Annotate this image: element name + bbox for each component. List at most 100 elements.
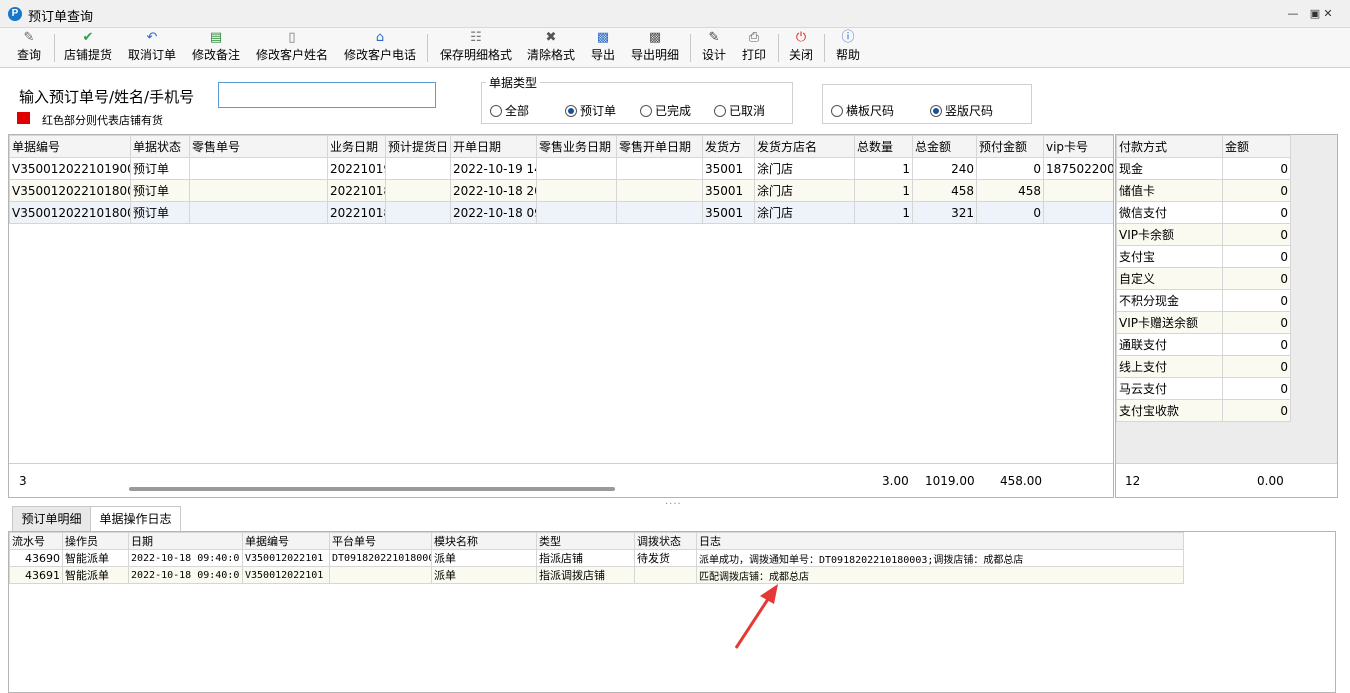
orders-grid[interactable]: 单据编号 单据状态 零售单号 业务日期 预计提货日 开单日期 零售业务日期 零售开单日期 发货方… — [8, 134, 1114, 498]
red-legend-note: 红色部分则代表店铺有货 — [42, 114, 163, 127]
edit-customer-name-button[interactable]: ▯ 修改客户姓名 — [254, 30, 330, 66]
tab-order-detail[interactable]: 预订单明细 — [12, 506, 91, 532]
help-button[interactable]: ⓘ 帮助 — [833, 30, 863, 66]
table-row[interactable]: 支付宝收款 0 — [1116, 399, 1291, 422]
table-row[interactable]: VIP卡赠送余额 0 — [1116, 311, 1291, 334]
table-row[interactable]: 微信支付 0 — [1116, 201, 1291, 224]
clear-format-button[interactable]: ✖ 清除格式 — [525, 30, 577, 66]
table-cell: 240 — [912, 157, 977, 180]
table-row[interactable]: 马云支付 0 — [1116, 377, 1291, 400]
close-button[interactable]: ⏻ 关闭 — [786, 30, 816, 66]
column-header[interactable]: 开单日期 — [450, 135, 537, 158]
payments-footer: 12 0.00 — [1116, 463, 1337, 497]
toolbar-separator — [54, 34, 55, 62]
column-header[interactable]: 零售开单日期 — [616, 135, 703, 158]
cancel-order-button[interactable]: ↶ 取消订单 — [126, 30, 178, 66]
column-header[interactable]: 单据状态 — [130, 135, 190, 158]
table-row[interactable]: 现金 0 — [1116, 157, 1291, 180]
query-input[interactable] — [218, 82, 436, 108]
column-header[interactable]: 模块名称 — [431, 532, 537, 550]
doc-type-title: 单据类型 — [486, 74, 541, 91]
table-row[interactable]: V3500120221018001 预订单 20221018 2022-10-18 2… — [9, 179, 1113, 202]
operation-log-grid[interactable]: 流水号 操作员 日期 单据编号 平台单号 模块名称 类型 调拨状态 日志 43690 智能派单 20… — [8, 531, 1336, 693]
table-row[interactable]: 线上支付 0 — [1116, 355, 1291, 378]
radio-vertical-size[interactable]: 竖版尺码 — [930, 102, 993, 119]
column-header[interactable]: 发货方 — [702, 135, 755, 158]
id-card-icon: ▯ — [288, 30, 296, 45]
table-cell: 派单成功，调拨通知单号：DT0918202210180003;调拨店铺：成都总店 — [696, 549, 1184, 567]
table-row[interactable]: 支付宝 0 — [1116, 245, 1291, 268]
radio-cancelled[interactable]: 已取消 — [714, 102, 765, 119]
table-cell: 321 — [912, 201, 977, 224]
design-icon: ✎ — [708, 30, 720, 45]
operation-log-table: 流水号 操作员 日期 单据编号 平台单号 模块名称 类型 调拨状态 日志 43690 智能派单 20… — [9, 532, 1184, 584]
column-header[interactable]: 单据编号 — [242, 532, 330, 550]
table-row[interactable]: 43691 智能派单 2022-10-18 09:40:0 V350012022101… — [9, 566, 1184, 584]
column-header[interactable]: 发货方店名 — [754, 135, 855, 158]
table-cell: V3500120221019000 — [9, 157, 131, 180]
column-header[interactable]: 零售业务日期 — [536, 135, 617, 158]
export-detail-icon: ▩ — [648, 30, 662, 45]
clear-icon: ✖ — [545, 30, 557, 45]
radio-completed[interactable]: 已完成 — [640, 102, 691, 119]
column-header[interactable]: 日期 — [128, 532, 243, 550]
column-header[interactable]: 调拨状态 — [634, 532, 697, 550]
print-button[interactable]: ⎙ 打印 — [739, 30, 769, 66]
radio-preorder[interactable]: 预订单 — [565, 102, 616, 119]
column-header[interactable]: 总金额 — [912, 135, 977, 158]
column-header[interactable]: 预计提货日 — [385, 135, 451, 158]
table-row[interactable]: 通联支付 0 — [1116, 333, 1291, 356]
column-header[interactable]: 零售单号 — [189, 135, 328, 158]
radio-all[interactable]: 全部 — [490, 102, 529, 119]
payments-grid[interactable]: 付款方式 金额 现金 0 储值卡 0 微信支付 0 VIP卡余额 0 支付宝 0 自定义 0 不积分现金 0… — [1115, 134, 1338, 498]
column-header[interactable]: 日志 — [696, 532, 1184, 550]
table-cell — [536, 179, 617, 202]
table-row[interactable]: V3500120221019000 预订单 20221019 2022-10-19 1… — [9, 157, 1113, 180]
radio-dot-icon — [490, 105, 502, 117]
column-header[interactable]: 流水号 — [9, 532, 63, 550]
table-cell — [329, 566, 432, 584]
column-header[interactable]: 总数量 — [854, 135, 913, 158]
toolbar-separator — [427, 34, 428, 62]
table-cell — [385, 201, 451, 224]
column-header[interactable]: vip卡号 — [1043, 135, 1113, 158]
horizontal-scrollbar[interactable] — [129, 487, 615, 491]
edit-note-icon: ▤ — [209, 30, 223, 45]
column-header[interactable]: 业务日期 — [327, 135, 386, 158]
table-row[interactable]: 自定义 0 — [1116, 267, 1291, 290]
save-layout-button[interactable]: ☷ 保存明细格式 — [438, 30, 514, 66]
export-detail-button[interactable]: ▩ 导出明细 — [628, 30, 682, 66]
radio-dot-icon — [640, 105, 652, 117]
store-pickup-button[interactable]: ✔ 店铺提货 — [62, 30, 114, 66]
design-button[interactable]: ✎ 设计 — [699, 30, 729, 66]
radio-horizontal-size[interactable]: 横板尺码 — [831, 102, 894, 119]
table-cell: V350012022101 — [242, 566, 330, 584]
table-row[interactable]: 储值卡 0 — [1116, 179, 1291, 202]
table-cell: 2022-10-19 14 — [450, 157, 537, 180]
column-header[interactable]: 平台单号 — [329, 532, 432, 550]
table-cell: 35001 — [702, 157, 755, 180]
toolbar-separator — [824, 34, 825, 62]
splitter-handle[interactable]: ···· — [665, 499, 682, 510]
payment-amount: 0 — [1222, 245, 1291, 268]
table-row[interactable]: V3500120221018000 预订单 20221018 2022-10-18 0… — [9, 201, 1113, 224]
table-cell — [1043, 201, 1113, 224]
table-cell: 涂门店 — [754, 201, 855, 224]
edit-note-button[interactable]: ▤ 修改备注 — [190, 30, 242, 66]
tab-operation-log[interactable]: 单据操作日志 — [90, 506, 181, 532]
table-row[interactable]: 不积分现金 0 — [1116, 289, 1291, 312]
table-row[interactable]: VIP卡余额 0 — [1116, 223, 1291, 246]
export-button[interactable]: ▩ 导出 — [588, 30, 618, 66]
query-button[interactable]: ✎ 查询 — [12, 30, 46, 66]
close-window-icon[interactable]: ✕ — [1318, 5, 1338, 23]
filter-panel: 输入预订单号/姓名/手机号 红色部分则代表店铺有货 单据类型 全部 预订单 已完… — [8, 68, 1338, 132]
column-header[interactable]: 单据编号 — [9, 135, 131, 158]
column-header[interactable]: 类型 — [536, 532, 635, 550]
column-header[interactable]: 金额 — [1222, 135, 1291, 158]
column-header[interactable]: 操作员 — [62, 532, 129, 550]
table-row[interactable]: 43690 智能派单 2022-10-18 09:40:0 V350012022101… — [9, 549, 1184, 567]
column-header[interactable]: 付款方式 — [1116, 135, 1223, 158]
edit-customer-phone-button[interactable]: ⌂ 修改客户电话 — [342, 30, 418, 66]
minimize-icon[interactable]: — — [1283, 5, 1303, 23]
column-header[interactable]: 预付金额 — [976, 135, 1044, 158]
